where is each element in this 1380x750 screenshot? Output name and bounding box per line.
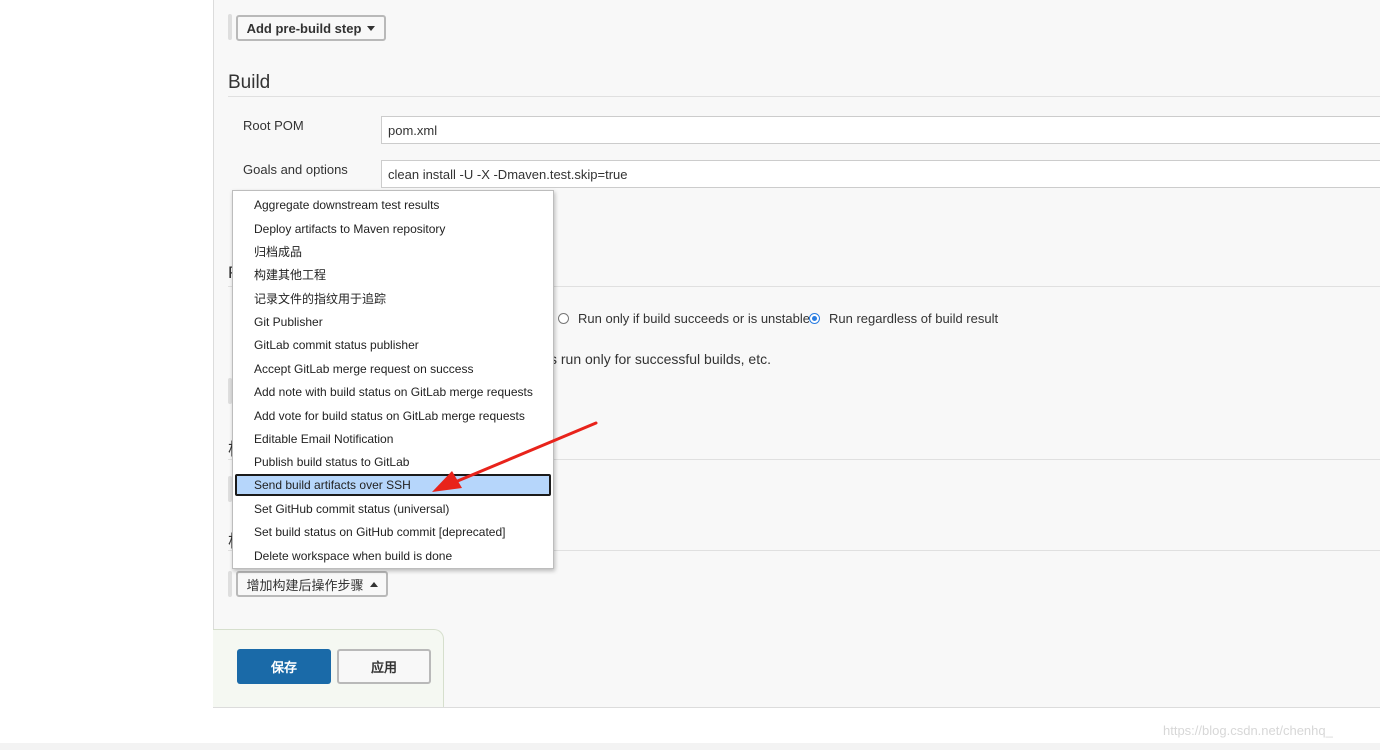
radio-run-if-succeeds-or-unstable[interactable] (558, 313, 569, 324)
add-post-build-step-label: 增加构建后操作步骤 (246, 577, 364, 593)
menu-item-gitlab-commit-status[interactable]: GitLab commit status publisher (235, 334, 551, 356)
add-post-build-step-button[interactable]: 增加构建后操作步骤 (236, 571, 388, 597)
bottom-strip (0, 743, 1380, 750)
root-pom-input[interactable] (381, 116, 1380, 144)
goals-options-label: Goals and options (243, 162, 348, 177)
menu-item-github-commit-status[interactable]: Set GitHub commit status (universal) (235, 498, 551, 520)
menu-item-publish-gitlab-status[interactable]: Publish build status to GitLab (235, 451, 551, 473)
menu-item-git-publisher[interactable]: Git Publisher (235, 311, 551, 333)
radio-run-regardless[interactable] (809, 313, 820, 324)
add-pre-build-step-label: Add pre-build step (246, 20, 362, 36)
menu-item-email-notification[interactable]: Editable Email Notification (235, 428, 551, 450)
menu-item-accept-gitlab-mr[interactable]: Accept GitLab merge request on success (235, 358, 551, 380)
help-text-fragment: s run only for successful builds, etc. (550, 351, 771, 367)
section-divider (228, 96, 1380, 97)
radio-label-succeeds-or-unstable: Run only if build succeeds or is unstabl… (578, 311, 810, 326)
menu-item-aggregate-test-results[interactable]: Aggregate downstream test results (235, 194, 551, 216)
apply-button[interactable]: 应用 (337, 649, 431, 684)
menu-item-delete-workspace[interactable]: Delete workspace when build is done (235, 545, 551, 567)
watermark: https://blog.csdn.net/chenhq_ (1163, 723, 1333, 738)
goals-options-input[interactable] (381, 160, 1380, 188)
menu-item-fingerprint[interactable]: 记录文件的指纹用于追踪 (235, 288, 551, 310)
menu-item-github-status-deprecated[interactable]: Set build status on GitHub commit [depre… (235, 521, 551, 543)
post-build-step-dropdown: Aggregate downstream test results Deploy… (232, 190, 554, 569)
section-rail (228, 571, 232, 597)
menu-item-archive-artifacts[interactable]: 归档成品 (235, 241, 551, 263)
menu-item-gitlab-vote[interactable]: Add vote for build status on GitLab merg… (235, 405, 551, 427)
build-section-heading: Build (228, 72, 271, 93)
add-pre-build-step-button[interactable]: Add pre-build step (236, 15, 386, 41)
chevron-up-icon (369, 581, 378, 587)
menu-item-gitlab-note[interactable]: Add note with build status on GitLab mer… (235, 381, 551, 403)
menu-item-build-other-projects[interactable]: 构建其他工程 (235, 264, 551, 286)
save-button[interactable]: 保存 (237, 649, 331, 684)
chevron-down-icon (367, 25, 376, 31)
menu-item-send-artifacts-ssh[interactable]: Send build artifacts over SSH (235, 474, 551, 496)
menu-item-deploy-maven[interactable]: Deploy artifacts to Maven repository (235, 218, 551, 240)
section-rail (228, 14, 232, 40)
root-pom-label: Root POM (243, 118, 304, 133)
radio-label-run-regardless: Run regardless of build result (829, 311, 999, 326)
